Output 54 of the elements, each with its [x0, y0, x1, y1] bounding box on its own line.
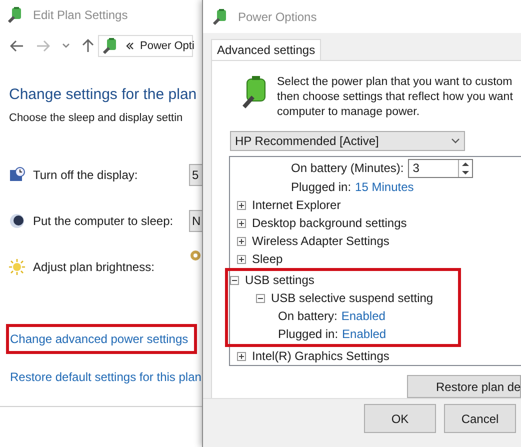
- value-link[interactable]: Enabled: [341, 307, 386, 325]
- expand-icon[interactable]: [237, 254, 246, 264]
- restore-button[interactable]: Restore plan de: [407, 375, 521, 398]
- slider-thumb-icon: [190, 250, 201, 261]
- page-heading: Change settings for the plan: [9, 85, 197, 105]
- value-link[interactable]: Enabled: [342, 325, 386, 343]
- setting-label: Plugged in:: [278, 326, 338, 343]
- tab[interactable]: Advanced settings: [211, 39, 322, 60]
- instructions-text: Select the power plan that you want to custom: [277, 75, 512, 90]
- tree-item[interactable]: Intel(R) Graphics Settings: [252, 347, 390, 365]
- spin-box[interactable]: 3: [408, 158, 473, 178]
- setting-label: Adjust plan brightness:: [33, 259, 154, 276]
- tree-item[interactable]: Sleep: [252, 250, 283, 268]
- ok-button[interactable]: OK: [364, 404, 436, 433]
- up-arrow-icon: [82, 39, 94, 53]
- spinner-arrows-icon: [458, 160, 472, 176]
- expand-icon[interactable]: [237, 236, 246, 246]
- collapse-icon[interactable]: [256, 294, 265, 302]
- tree-item[interactable]: USB settings: [245, 271, 314, 289]
- instructions-text: computer to manage power.: [277, 105, 420, 120]
- plan-dropdown[interactable]: HP Recommended [Active]: [230, 131, 465, 151]
- cancel-button[interactable]: Cancel: [444, 404, 516, 433]
- window-title: Power Options: [238, 8, 317, 26]
- monitor-clock-icon: [9, 167, 25, 183]
- tree-item[interactable]: USB selective suspend setting: [271, 289, 434, 307]
- expand-icon[interactable]: [237, 200, 246, 210]
- dropdown[interactable]: 5: [189, 164, 202, 186]
- setting-label: On battery (Minutes):: [291, 160, 404, 177]
- tree-item[interactable]: Wireless Adapter Settings: [252, 232, 390, 250]
- dropdown-caret-icon: [62, 43, 70, 49]
- address-bar[interactable]: Power Opti: [98, 35, 193, 57]
- instructions-text: then choose settings that reflect how you want: [277, 90, 513, 105]
- setting-label: Turn off the display:: [33, 167, 138, 184]
- sun-icon: [9, 259, 25, 275]
- setting-label: On battery:: [278, 308, 338, 325]
- expand-icon[interactable]: [237, 218, 246, 228]
- link[interactable]: Change advanced power settings: [6, 324, 198, 354]
- setting-label: Plugged in:: [291, 179, 352, 196]
- window-title: Edit Plan Settings: [33, 7, 128, 24]
- chevron-icon: [126, 42, 134, 50]
- expand-icon[interactable]: [237, 352, 246, 360]
- setting-label: Put the computer to sleep:: [33, 213, 174, 230]
- dropdown[interactable]: N: [189, 210, 202, 232]
- tree-item[interactable]: Desktop background settings: [252, 214, 407, 232]
- collapse-icon[interactable]: [230, 276, 239, 284]
- tree-item[interactable]: Internet Explorer: [252, 196, 341, 214]
- caret-icon: [451, 138, 460, 144]
- link[interactable]: Restore default settings for this plan: [6, 362, 206, 392]
- moon-icon: [9, 213, 25, 229]
- back-arrow-icon: [10, 40, 24, 52]
- page-description: Choose the sleep and display settin: [9, 110, 183, 126]
- value-link[interactable]: 15 Minutes: [355, 178, 414, 196]
- address-text: Power Opti: [140, 38, 194, 54]
- forward-arrow-icon: [36, 40, 50, 52]
